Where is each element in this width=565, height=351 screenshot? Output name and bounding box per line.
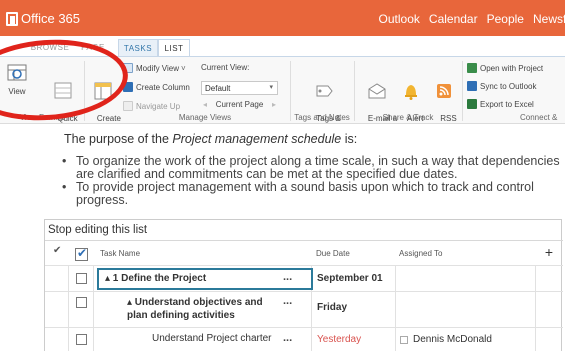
table-row[interactable]: Understand Project charter ... Yesterday… (45, 327, 563, 351)
assigned-to-cell[interactable]: Dennis McDonald (413, 334, 492, 345)
task-name-cell[interactable]: ▴ 1 Define the Project (105, 273, 206, 284)
suite-link-calendar[interactable]: Calendar (429, 12, 478, 26)
row-menu-button[interactable]: ... (283, 332, 292, 344)
chevron-down-icon: ˅ (180, 63, 186, 73)
row-menu-button[interactable]: ... (283, 295, 292, 307)
tab-list[interactable]: LIST (158, 39, 190, 56)
navigate-up-button[interactable]: Navigate Up (123, 101, 180, 111)
ribbon: View Quick Edit Create View Modify View … (0, 56, 565, 132)
bullet-item: • To provide project management with a s… (60, 181, 560, 207)
bullet-text: To provide project management with a sou… (76, 180, 534, 207)
group-label-share-track: Share & Track (382, 113, 434, 122)
due-date-cell[interactable]: September 01 (317, 273, 383, 284)
previous-page-icon[interactable]: ◂ (203, 100, 207, 109)
ribbon-separator (290, 61, 291, 121)
row-checkbox[interactable] (76, 334, 87, 345)
office-logo-icon (6, 11, 18, 26)
suite-link-people[interactable]: People (487, 12, 524, 26)
current-page-pager: ◂ Current Page ▸ (201, 98, 278, 111)
create-column-button[interactable]: Create Column (123, 82, 190, 92)
purpose-bullets: • To organize the work of the project al… (60, 155, 560, 207)
view-button[interactable]: View (2, 62, 32, 96)
presence-icon (400, 336, 408, 344)
page-content: The purpose of the Project management sc… (0, 124, 565, 351)
create-column-icon (123, 82, 133, 92)
row-checkbox[interactable] (76, 297, 87, 308)
navigate-up-label: Navigate Up (136, 101, 181, 111)
current-view-value: Default (205, 84, 231, 93)
outlook-icon (467, 81, 477, 91)
open-with-project-button[interactable]: Open with Project (467, 63, 543, 73)
create-view-icon (94, 82, 112, 100)
sync-outlook-button[interactable]: Sync to Outlook (467, 81, 536, 91)
group-label-view-format: View Format (19, 113, 65, 122)
task-name-cell[interactable]: Understand Project charter (152, 333, 272, 344)
ribbon-separator (354, 61, 355, 121)
row-menu-button[interactable]: ... (283, 271, 292, 283)
suite-link-newsfeed[interactable]: Newsfe (533, 12, 565, 26)
group-label-manage-views: Manage Views (178, 113, 232, 122)
task-list: Stop editing this list ✔ ✔ Task Name Due… (44, 219, 563, 351)
modify-view-button[interactable]: Modify View ˅ (123, 63, 186, 73)
email-icon (368, 83, 386, 99)
bullet-dot: • (62, 180, 67, 194)
quick-edit-icon (54, 82, 72, 99)
chevron-down-icon: ▾ (269, 84, 273, 91)
suite-links: Outlook Calendar People Newsfe (379, 12, 565, 26)
group-label-tags-notes: Tags and Notes (294, 113, 350, 122)
tab-page[interactable]: PAGE (73, 39, 113, 56)
intro-prefix: The purpose of the (64, 132, 173, 146)
intro-emphasis: Project management schedule (172, 132, 342, 146)
check-column-icon: ✔ (53, 245, 62, 256)
rss-icon (437, 84, 451, 98)
row-checkbox[interactable] (76, 273, 87, 284)
current-view-label: Current View: (201, 63, 250, 72)
modify-view-icon (123, 63, 133, 73)
view-icon (7, 64, 27, 81)
checkmark-icon: ✔ (77, 246, 88, 260)
tab-tasks[interactable]: TASKS (118, 39, 158, 56)
sync-outlook-label: Sync to Outlook (480, 81, 537, 91)
task-name-cell[interactable]: ▴ Understand objectives and plan definin… (127, 296, 263, 322)
project-icon (467, 63, 477, 73)
current-page-label: Current Page (215, 100, 264, 109)
table-row[interactable]: ▴ Understand objectives and plan definin… (45, 291, 563, 327)
create-column-label: Create Column (136, 82, 190, 92)
export-excel-label: Export to Excel (480, 99, 534, 109)
suite-link-outlook[interactable]: Outlook (379, 12, 420, 26)
intro-text: The purpose of the Project management sc… (64, 132, 357, 146)
table-row[interactable]: ▴ 1 Define the Project ... September 01 (45, 265, 563, 291)
group-label-connect-export: Connect & (520, 113, 558, 122)
tab-browse[interactable]: BROWSE (30, 39, 70, 56)
add-column-button[interactable]: + (545, 244, 553, 260)
ribbon-separator (84, 61, 85, 121)
tag-icon (316, 85, 333, 97)
open-with-project-label: Open with Project (480, 63, 544, 73)
select-all-checkbox[interactable]: ✔ (75, 246, 88, 261)
bell-icon (405, 85, 417, 100)
suite-bar: Office 365 Outlook Calendar People Newsf… (0, 0, 565, 36)
export-excel-button[interactable]: Export to Excel (467, 99, 534, 109)
office365-brand[interactable]: Office 365 (6, 11, 80, 26)
bullet-dot: • (62, 154, 67, 168)
bullet-item: • To organize the work of the project al… (60, 155, 560, 181)
brand-text: Office 365 (21, 11, 81, 26)
current-view-select[interactable]: Default ▾ (201, 81, 278, 95)
excel-icon (467, 99, 477, 109)
navigate-up-icon (123, 101, 133, 111)
due-date-cell[interactable]: Friday (317, 302, 347, 313)
ribbon-tabs: BROWSE PAGE TASKS LIST (0, 36, 565, 56)
grid-divider (45, 240, 563, 241)
modify-view-label: Modify View (136, 63, 179, 73)
bullet-text: To organize the work of the project alon… (76, 154, 560, 181)
view-button-label: View (8, 87, 26, 96)
due-date-cell[interactable]: Yesterday (317, 334, 361, 345)
ribbon-separator (462, 61, 463, 121)
next-page-icon[interactable]: ▸ (272, 100, 276, 109)
intro-suffix: is: (341, 132, 358, 146)
stop-editing-link[interactable]: Stop editing this list (48, 224, 147, 236)
